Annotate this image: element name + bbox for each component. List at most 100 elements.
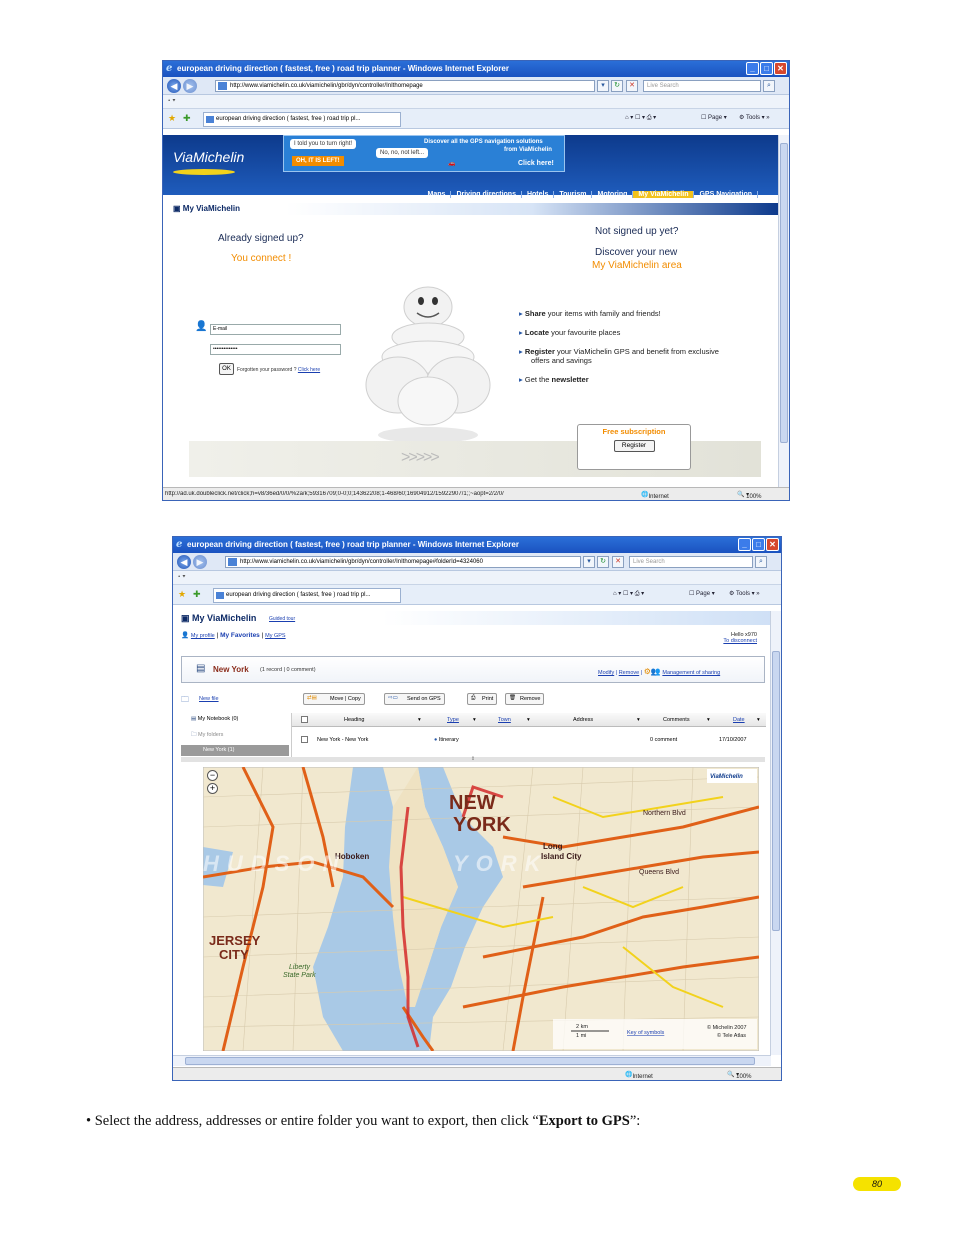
- print-button[interactable]: ⎙ Print: [467, 693, 498, 705]
- horizontal-scrollbar[interactable]: [173, 1055, 771, 1066]
- main-nav: Maps Driving directions Hotels Tourism Motor…: [423, 191, 758, 198]
- maximize-icon[interactable]: □: [760, 62, 773, 75]
- links-icon[interactable]: 🞄 ▾: [178, 573, 186, 580]
- nav-item-maps[interactable]: Maps: [423, 191, 452, 198]
- table-row[interactable]: New York - New York ● Itinerary 0 commen…: [292, 732, 766, 748]
- page-menu[interactable]: ☐ Page ▾: [701, 114, 727, 121]
- my-profile-link[interactable]: My profile: [191, 633, 215, 639]
- sort-arrow-icon[interactable]: ▾: [707, 717, 710, 723]
- address-bar[interactable]: http://www.viamichelin.co.uk/viamichelin…: [215, 80, 595, 92]
- tree-notebook[interactable]: ▤ My Notebook (0): [191, 716, 238, 722]
- forward-icon[interactable]: ▶: [193, 555, 207, 569]
- add-favorite-icon[interactable]: ✚: [193, 589, 201, 600]
- ok-button[interactable]: OK: [219, 363, 234, 375]
- favorites-star-icon[interactable]: ★: [178, 589, 186, 600]
- forgot-click-here-link[interactable]: Click here: [298, 367, 320, 373]
- refresh-icon[interactable]: ↻: [611, 80, 623, 92]
- search-input[interactable]: Live Search: [643, 80, 761, 92]
- close-icon[interactable]: ✕: [774, 62, 787, 75]
- col-comments[interactable]: Comments: [663, 717, 690, 723]
- scroll-thumb[interactable]: [772, 651, 780, 931]
- promo-click-here[interactable]: Click here!: [514, 158, 558, 169]
- col-address[interactable]: Address: [573, 717, 593, 723]
- stop-icon[interactable]: ✕: [626, 80, 638, 92]
- row-checkbox[interactable]: [301, 736, 308, 743]
- search-icon[interactable]: ⌕: [755, 556, 767, 568]
- modify-link[interactable]: Modify: [598, 670, 614, 676]
- nav-item-tourism[interactable]: Tourism: [554, 191, 593, 198]
- viamichelin-logo[interactable]: ViaMichelin: [173, 149, 244, 165]
- nav-item-hotels[interactable]: Hotels: [522, 191, 555, 198]
- stop-icon[interactable]: ✕: [612, 556, 624, 568]
- favorites-star-icon[interactable]: ★: [168, 113, 176, 124]
- select-all-checkbox[interactable]: [301, 716, 308, 723]
- sort-arrow-icon[interactable]: ▾: [637, 717, 640, 723]
- my-favorites-link[interactable]: My Favorites: [220, 632, 260, 639]
- browser-tab[interactable]: european driving direction ( fastest, fr…: [213, 588, 401, 603]
- remove-button[interactable]: 🗑 Remove: [505, 693, 545, 705]
- minimize-icon[interactable]: _: [746, 62, 759, 75]
- move-copy-button[interactable]: ⇄▤ Move | Copy: [303, 693, 365, 705]
- dropdown-icon[interactable]: ▾: [583, 556, 595, 568]
- sort-arrow-icon[interactable]: ▾: [757, 717, 760, 723]
- col-date[interactable]: Date: [733, 717, 745, 723]
- col-town[interactable]: Town: [498, 717, 511, 723]
- scroll-thumb[interactable]: [780, 143, 788, 443]
- remove-link[interactable]: Remove: [619, 670, 639, 676]
- search-input[interactable]: Live Search: [629, 556, 753, 568]
- col-type[interactable]: Type: [447, 717, 459, 723]
- sharing-link[interactable]: Management of sharing: [662, 670, 720, 676]
- zoom-in-icon[interactable]: +: [207, 783, 218, 794]
- h-scroll-thumb[interactable]: [185, 1057, 755, 1065]
- add-favorite-icon[interactable]: ✚: [183, 113, 191, 124]
- address-bar[interactable]: http://www.viamichelin.co.uk/viamichelin…: [225, 556, 581, 568]
- tab-page-icon: [216, 592, 224, 599]
- send-on-gps-button[interactable]: ⇨▭ Send on GPS: [384, 693, 445, 705]
- tools-menu[interactable]: ⚙ Tools ▾ »: [739, 114, 770, 121]
- map-panel[interactable]: NEW YORK JERSEY CITY Hoboken Long Island…: [203, 767, 759, 1051]
- map-label-york: YORK: [453, 814, 511, 836]
- links-icon[interactable]: 🞄 ▾: [168, 97, 176, 104]
- zoom-control[interactable]: 🔍 100% ▾: [727, 1071, 752, 1080]
- dropdown-icon[interactable]: ▾: [597, 80, 609, 92]
- close-icon[interactable]: ✕: [766, 538, 779, 551]
- register-button[interactable]: Register: [613, 440, 655, 452]
- gps-promo-banner[interactable]: I told you to turn right! No, no, not le…: [283, 135, 565, 172]
- refresh-icon[interactable]: ↻: [597, 556, 609, 568]
- col-heading[interactable]: Heading: [344, 717, 365, 723]
- nav-item-motoring[interactable]: Motoring: [592, 191, 634, 198]
- zoom-out-icon[interactable]: −: [207, 770, 218, 781]
- sort-arrow-icon[interactable]: ▾: [527, 717, 530, 723]
- tree-folders[interactable]: 🗀 My folders: [191, 731, 223, 740]
- nav-item-driving-directions[interactable]: Driving directions: [451, 191, 522, 198]
- home-icon[interactable]: ⌂ ▾ ☐ ▾ ⎙ ▾: [625, 114, 656, 122]
- nav-item-my-viamichelin[interactable]: My ViaMichelin: [633, 191, 695, 198]
- search-icon[interactable]: ⌕: [763, 80, 775, 92]
- password-field[interactable]: ••••••••••••••: [210, 344, 341, 355]
- tree-selected-folder[interactable]: New York (1): [181, 745, 289, 756]
- page-menu[interactable]: ☐ Page ▾: [689, 590, 715, 597]
- back-icon[interactable]: ◀: [167, 79, 181, 93]
- browser-tab[interactable]: european driving direction ( fastest, fr…: [203, 112, 401, 127]
- vertical-scrollbar[interactable]: [770, 611, 781, 1055]
- forward-icon[interactable]: ▶: [183, 79, 197, 93]
- nav-item-gps-navigation[interactable]: GPS Navigation: [694, 191, 758, 198]
- minimize-icon[interactable]: _: [738, 538, 751, 551]
- disconnect-link[interactable]: To disconnect: [723, 638, 757, 644]
- map-svg[interactable]: NEW YORK JERSEY CITY Hoboken Long Island…: [203, 767, 759, 1051]
- sort-arrow-icon[interactable]: ▾: [418, 717, 421, 723]
- email-field[interactable]: E-mail: [210, 324, 341, 335]
- sort-arrow-icon[interactable]: ▾: [473, 717, 476, 723]
- vertical-scrollbar[interactable]: [778, 135, 789, 488]
- key-of-symbols-link[interactable]: Key of symbols: [627, 1030, 665, 1036]
- my-gps-link[interactable]: My GPS: [265, 633, 285, 639]
- tools-menu[interactable]: ⚙ Tools ▾ »: [729, 590, 760, 597]
- folder-notebook-icon: ▤: [196, 663, 206, 674]
- zoom-control[interactable]: 🔍 100% ▾: [737, 491, 762, 500]
- new-file-link[interactable]: New file: [199, 696, 219, 702]
- home-icon[interactable]: ⌂ ▾ ☐ ▾ ⎙ ▾: [613, 590, 644, 598]
- back-icon[interactable]: ◀: [177, 555, 191, 569]
- splitter-handle[interactable]: ⇕: [181, 757, 765, 762]
- guided-tour-link[interactable]: Guided tour: [269, 616, 295, 622]
- maximize-icon[interactable]: □: [752, 538, 765, 551]
